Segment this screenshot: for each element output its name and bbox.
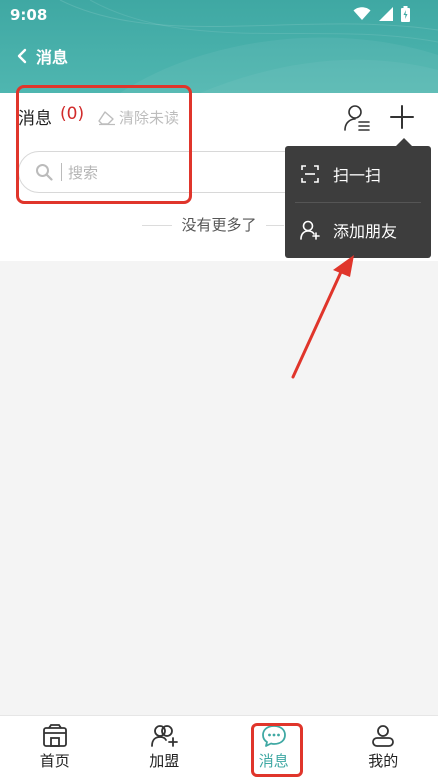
titlebar: 消息 <box>0 40 68 72</box>
add-friend-icon <box>300 220 320 240</box>
divider-left <box>142 225 172 226</box>
app-header: 9:08 消息 <box>0 0 438 93</box>
add-menu-dropdown: 扫一扫 添加朋友 <box>285 146 431 258</box>
chevron-left-icon[interactable] <box>8 40 36 72</box>
home-icon <box>42 724 67 747</box>
wifi-icon <box>353 7 371 20</box>
signal-icon <box>379 7 393 21</box>
menu-item-scan-label: 扫一扫 <box>333 166 382 185</box>
status-time: 9:08 <box>10 6 48 24</box>
contacts-icon[interactable] <box>343 103 371 133</box>
battery-icon <box>401 6 410 22</box>
status-icons <box>353 6 410 22</box>
nav-label-home: 首页 <box>39 752 70 770</box>
menu-item-add-friend[interactable]: 添加朋友 <box>285 202 431 258</box>
nav-item-join[interactable]: 加盟 <box>110 716 220 779</box>
dropdown-pointer <box>396 138 412 146</box>
page-title: 消息 <box>36 48 69 67</box>
nav-label-profile: 我的 <box>368 752 399 770</box>
join-icon <box>151 725 179 747</box>
divider-right <box>266 225 284 226</box>
profile-icon <box>372 725 395 747</box>
menu-item-add-friend-label: 添加朋友 <box>333 222 398 241</box>
list-end-text: 没有更多了 <box>181 216 257 234</box>
scan-icon <box>301 165 319 183</box>
nav-label-join: 加盟 <box>149 752 180 770</box>
bottom-nav: 首页 加盟 消息 我的 <box>0 715 438 779</box>
plus-icon[interactable] <box>389 104 415 130</box>
status-bar: 9:08 <box>0 0 438 30</box>
menu-item-scan[interactable]: 扫一扫 <box>285 146 431 202</box>
nav-item-home[interactable]: 首页 <box>0 716 110 779</box>
annotation-nav-highlight <box>251 723 303 777</box>
nav-item-profile[interactable]: 我的 <box>329 716 438 779</box>
annotation-highlight-box <box>16 85 192 204</box>
